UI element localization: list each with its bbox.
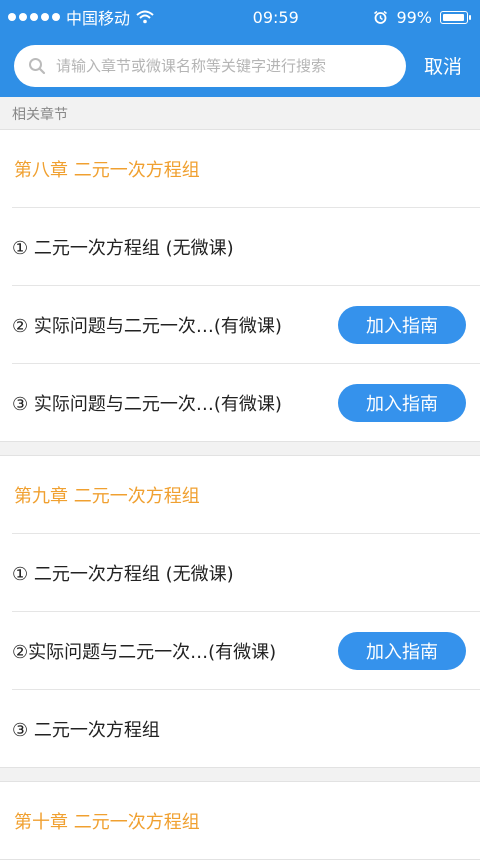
- clock: 09:59: [252, 7, 299, 27]
- status-bar: 中国移动 09:59 99%: [0, 0, 480, 34]
- search-icon: [29, 57, 46, 74]
- carrier-label: 中国移动: [66, 9, 131, 28]
- search-input[interactable]: [54, 55, 398, 76]
- top-bar: 中国移动 09:59 99% 取消: [0, 0, 480, 97]
- list-item[interactable]: ① 二元一次方程组 (无微课): [12, 207, 480, 285]
- add-to-guide-button[interactable]: 加入指南: [338, 383, 466, 422]
- list-item[interactable]: ② 实际问题与二元一次…(有微课) 加入指南: [12, 285, 480, 363]
- alarm-icon: [374, 10, 388, 24]
- add-to-guide-button[interactable]: 加入指南: [338, 305, 466, 344]
- item-label: ③ 二元一次方程组: [12, 719, 160, 741]
- item-label: ① 二元一次方程组 (无微课): [12, 237, 234, 259]
- chapter-group: 第十章 二元一次方程组: [0, 781, 480, 860]
- battery-icon: [440, 10, 471, 24]
- add-to-guide-button[interactable]: 加入指南: [338, 631, 466, 670]
- chapter-title[interactable]: 第九章 二元一次方程组: [0, 456, 480, 533]
- chapter-group: 第八章 二元一次方程组 ① 二元一次方程组 (无微课) ② 实际问题与二元一次……: [0, 129, 480, 442]
- list-item[interactable]: ③ 实际问题与二元一次…(有微课) 加入指南: [12, 363, 480, 441]
- wifi-icon: [136, 10, 154, 24]
- list-item[interactable]: ① 二元一次方程组 (无微课): [12, 533, 480, 611]
- item-label: ① 二元一次方程组 (无微课): [12, 563, 234, 585]
- list-item[interactable]: ③ 二元一次方程组: [12, 689, 480, 767]
- item-label: ②实际问题与二元一次…(有微课): [12, 641, 277, 663]
- item-label: ② 实际问题与二元一次…(有微课): [12, 315, 282, 337]
- chapter-group: 第九章 二元一次方程组 ① 二元一次方程组 (无微课) ②实际问题与二元一次…(…: [0, 455, 480, 768]
- section-label: 相关章节: [12, 107, 68, 123]
- search-box[interactable]: [14, 44, 406, 87]
- chapter-title[interactable]: 第八章 二元一次方程组: [0, 130, 480, 207]
- chapter-title[interactable]: 第十章 二元一次方程组: [0, 782, 480, 859]
- list-item[interactable]: ②实际问题与二元一次…(有微课) 加入指南: [12, 611, 480, 689]
- signal-icon: [8, 13, 60, 21]
- cancel-button[interactable]: 取消: [424, 52, 466, 79]
- item-label: ③ 实际问题与二元一次…(有微课): [12, 393, 282, 415]
- battery-percent: 99%: [396, 7, 432, 27]
